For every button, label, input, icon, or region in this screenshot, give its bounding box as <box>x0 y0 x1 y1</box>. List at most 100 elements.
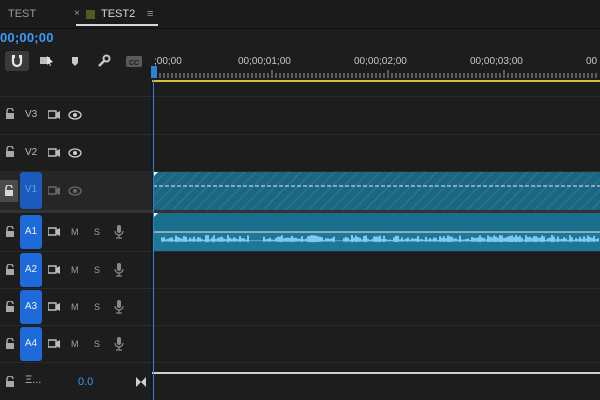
sync-lock-icon[interactable] <box>48 227 60 237</box>
waveform-bar <box>349 239 351 242</box>
lock-icon[interactable] <box>5 376 15 388</box>
playhead-handle[interactable] <box>151 66 157 78</box>
time-ruler[interactable]: ;00;00 00;00;01;00 00;00;02;00 00;00;03;… <box>152 50 600 80</box>
timeline-settings-button[interactable] <box>96 51 112 71</box>
waveform-bar <box>469 239 471 242</box>
lock-icon[interactable] <box>5 264 15 276</box>
waveform-bar <box>365 235 367 243</box>
active-tab-indicator <box>76 24 158 26</box>
track-header-v3[interactable]: V3 <box>0 97 152 134</box>
track-header-v2[interactable]: V2 <box>0 135 152 171</box>
source-patch-a2[interactable]: A2 <box>20 253 42 287</box>
video-clip-v1[interactable] <box>153 172 600 210</box>
waveform-bar <box>335 240 337 242</box>
track-header-mix[interactable] <box>0 363 152 400</box>
sync-lock-icon[interactable] <box>48 148 60 158</box>
microphone-icon[interactable] <box>114 225 124 239</box>
waveform-bar <box>465 239 467 242</box>
solo-button[interactable]: S <box>94 339 100 349</box>
waveform-bar <box>571 237 573 242</box>
lock-button[interactable] <box>0 180 18 202</box>
waveform-bar <box>297 238 299 242</box>
waveform-bar <box>293 237 295 242</box>
tab-test2[interactable]: × TEST2 ≡ <box>74 0 158 28</box>
sync-lock-icon[interactable] <box>48 339 60 349</box>
waveform-bar <box>575 238 577 242</box>
waveform-bar <box>407 237 409 242</box>
track-header-a4[interactable]: A4 M S <box>0 326 152 362</box>
snap-button[interactable] <box>5 51 29 71</box>
source-patch-a1[interactable]: A1 <box>20 215 42 249</box>
work-area-bar[interactable] <box>152 80 600 82</box>
waveform-bar <box>435 237 437 242</box>
source-patch-a4[interactable]: A4 <box>20 327 42 361</box>
solo-button[interactable]: S <box>94 265 100 275</box>
lock-icon[interactable] <box>5 108 15 120</box>
lock-icon[interactable] <box>5 226 15 238</box>
mute-button[interactable]: M <box>71 302 79 312</box>
track-header-v1[interactable]: V1 <box>0 172 152 210</box>
lock-icon[interactable] <box>5 301 15 313</box>
waveform-bar <box>179 237 181 242</box>
mute-button[interactable]: M <box>71 265 79 275</box>
playhead-line <box>153 80 154 400</box>
sync-lock-icon[interactable] <box>48 110 60 120</box>
waveform-bar <box>453 238 455 242</box>
eye-icon[interactable] <box>68 110 82 120</box>
microphone-icon[interactable] <box>114 263 124 277</box>
playhead-timecode[interactable]: 00;00;00 <box>0 30 54 45</box>
lock-icon[interactable] <box>5 146 15 158</box>
waveform-bar <box>455 238 457 242</box>
waveform-bar <box>299 238 301 242</box>
waveform-bar <box>183 236 185 242</box>
mute-button[interactable]: M <box>71 227 79 237</box>
ruler-label: 00;00;02;00 <box>354 56 407 67</box>
eye-icon[interactable] <box>68 148 82 158</box>
waveform-bar <box>329 238 331 242</box>
track-header-a3[interactable]: A3 M S <box>0 289 152 325</box>
waveform-bar <box>321 237 323 242</box>
waveform-bar <box>201 239 203 242</box>
waveform-bar <box>175 235 177 243</box>
waveform-bar <box>581 238 583 242</box>
go-to-end-icon[interactable] <box>135 376 147 388</box>
waveform-bar <box>215 239 217 242</box>
waveform-bar <box>557 236 559 242</box>
waveform-bar <box>237 239 239 242</box>
tab-test[interactable]: TEST <box>8 0 36 28</box>
captions-button[interactable]: CC <box>125 51 143 71</box>
add-marker-icon <box>72 57 78 66</box>
waveform-bar <box>483 237 485 242</box>
microphone-icon[interactable] <box>114 300 124 314</box>
ruler-label: 00;00;03;00 <box>470 56 523 67</box>
waveform-bar <box>459 235 461 243</box>
source-patch-v1[interactable]: V1 <box>20 172 42 209</box>
source-patch-a3[interactable]: A3 <box>20 290 42 324</box>
track-header-a1[interactable]: A1 M S <box>0 213 152 251</box>
waveform-bar <box>463 239 465 242</box>
lock-icon[interactable] <box>5 338 15 350</box>
solo-button[interactable]: S <box>94 227 100 237</box>
waveform-bar <box>449 236 451 242</box>
waveform-bar <box>377 236 379 242</box>
waveform-bar <box>555 239 557 242</box>
waveform-bar <box>433 237 435 242</box>
waveform-bar <box>569 235 571 243</box>
wrench-icon <box>98 54 111 67</box>
microphone-icon[interactable] <box>114 337 124 351</box>
waveform-bar <box>533 236 535 242</box>
linked-selection-button[interactable] <box>38 51 56 71</box>
sync-lock-icon[interactable] <box>48 265 60 275</box>
waveform-bar <box>495 236 497 242</box>
add-marker-button[interactable] <box>69 51 81 71</box>
mix-volume-value[interactable]: 0.0 <box>78 376 93 388</box>
mute-button[interactable]: M <box>71 339 79 349</box>
sync-lock-icon[interactable] <box>48 302 60 312</box>
sync-lock-icon[interactable] <box>48 186 60 196</box>
waveform-bar <box>405 238 407 242</box>
audio-clip-a1[interactable] <box>153 213 600 251</box>
eye-icon[interactable] <box>68 186 82 196</box>
track-header-a2[interactable]: A2 M S <box>0 252 152 288</box>
solo-button[interactable]: S <box>94 302 100 312</box>
track-name: A4 <box>24 338 38 349</box>
